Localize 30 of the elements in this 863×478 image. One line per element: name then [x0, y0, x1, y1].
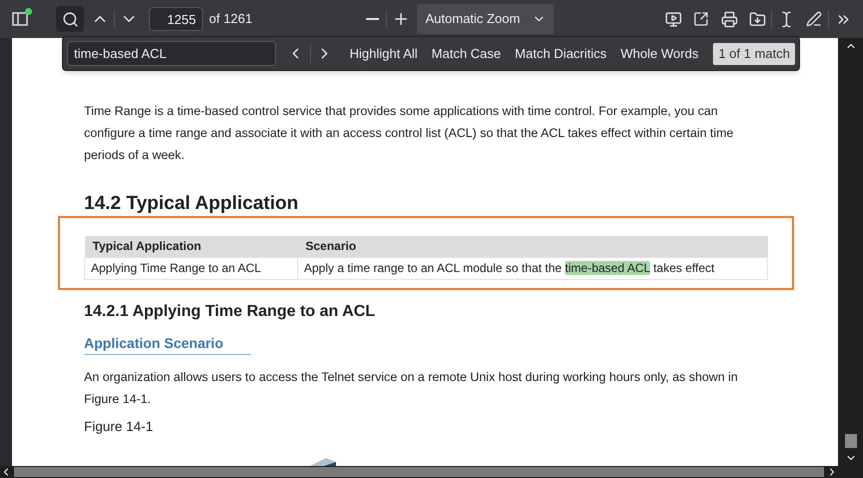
figure-caption: Figure 14-1 — [84, 418, 154, 436]
sidebar-icon — [12, 12, 28, 26]
find-option-toggle[interactable]: Match Case — [428, 42, 504, 66]
presentation-icon — [664, 10, 682, 28]
match-count: 1 of 1 match — [713, 42, 795, 64]
find-option-toggle[interactable]: Highlight All — [346, 42, 421, 66]
search-icon — [62, 10, 78, 28]
search-button[interactable] — [56, 6, 84, 32]
section-heading: 14.2 Typical Application — [84, 192, 300, 216]
pen-icon — [806, 11, 822, 27]
paragraph: An organization allows users to access the Telnet service on a remote Unix host during working hours only, as shown in Figure 14-1. — [84, 369, 739, 408]
page-number-field[interactable]: 1255 — [149, 7, 203, 31]
print-icon — [720, 10, 738, 28]
column-header: Scenario — [298, 236, 768, 258]
table-cell: Applying Time Range to an ACL — [84, 258, 298, 280]
download-icon — [748, 10, 766, 28]
table-cell: Apply a time range to an ACL module so that the time-based ACL takes effect — [298, 258, 768, 280]
minus-icon — [366, 18, 379, 20]
subsection-heading: 14.2.1 Applying Time Range to an ACL — [84, 302, 376, 322]
scrollbar-thumb[interactable] — [14, 467, 824, 477]
scrollbar-thumb[interactable] — [844, 434, 856, 448]
find-field[interactable]: time-based ACL — [67, 41, 276, 66]
find-option-toggle[interactable]: Match Diacritics — [512, 42, 610, 66]
paragraph: Time Range is a time-based control service that provides some applications with time control. For example, you can configure a time range and associate it with an access control list (ACL) so that the ACL takes effect within certain time periods of a week. — [84, 103, 734, 164]
zoom-dropdown[interactable]: Automatic Zoom — [417, 4, 554, 34]
page-count: of 1261 — [209, 10, 252, 28]
external-link-icon — [693, 11, 709, 27]
section-title: Application Scenario — [84, 334, 252, 355]
find-option-toggle[interactable]: Whole Words — [618, 42, 702, 66]
column-header: Typical Application — [84, 236, 298, 258]
